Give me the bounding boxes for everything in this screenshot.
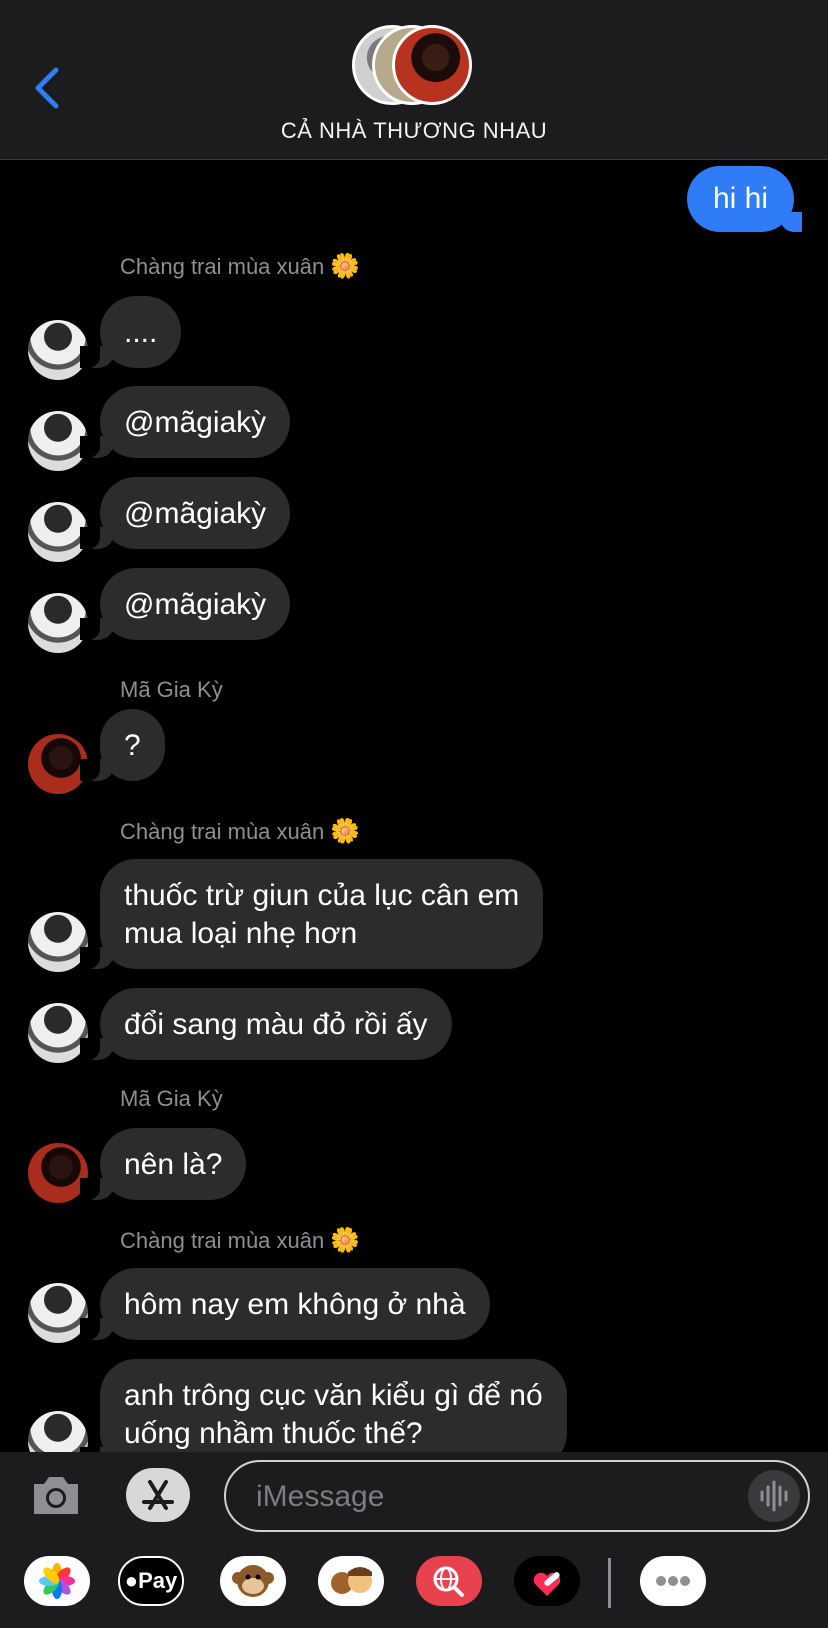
- avatar[interactable]: [28, 734, 88, 794]
- app-drawer: ●Pay: [0, 1540, 828, 1628]
- sender-label: Chàng trai mùa xuân: [120, 254, 325, 279]
- heart-touch-icon: [533, 1572, 561, 1596]
- apple-pay-button[interactable]: ●Pay: [118, 1556, 184, 1606]
- animoji-button[interactable]: [220, 1556, 286, 1606]
- outgoing-message[interactable]: hi hi: [686, 166, 803, 232]
- back-button[interactable]: [28, 60, 72, 116]
- incoming-message[interactable]: nên là?: [79, 1128, 247, 1200]
- avatar[interactable]: [28, 411, 88, 471]
- sender-name: Mã Gia Kỳ: [120, 677, 223, 703]
- image-search-button[interactable]: [416, 1556, 482, 1606]
- message-list[interactable]: hi hi Chàng trai mùa xuân 🌼 .... @mãgiakỳ…: [0, 160, 828, 1452]
- avatar[interactable]: [28, 912, 88, 972]
- sender-name: Chàng trai mùa xuân 🌼: [120, 252, 360, 281]
- incoming-message[interactable]: thuốc trừ giun của lục cân em mua loại n…: [79, 859, 544, 969]
- digital-touch-button[interactable]: [514, 1556, 580, 1606]
- flower-emoji: 🌼: [330, 818, 361, 845]
- sender-name: Mã Gia Kỳ: [120, 1086, 223, 1112]
- avatar[interactable]: [28, 1143, 88, 1203]
- group-avatar-3[interactable]: [392, 25, 472, 105]
- incoming-message[interactable]: @mãgiakỳ: [79, 568, 291, 640]
- compose-bar: iMessage: [0, 1452, 828, 1540]
- photos-app-button[interactable]: [24, 1556, 90, 1606]
- waveform-icon: [760, 1480, 788, 1512]
- incoming-message[interactable]: ?: [80, 709, 165, 781]
- camera-button[interactable]: [30, 1470, 82, 1518]
- memoji-icon: [331, 1567, 372, 1594]
- avatar[interactable]: [28, 1283, 88, 1343]
- audio-message-button[interactable]: [748, 1470, 800, 1522]
- avatar[interactable]: [28, 1411, 88, 1452]
- avatar[interactable]: [28, 593, 88, 653]
- avatar[interactable]: [28, 1003, 88, 1063]
- message-line: anh trông cục văn kiểu gì để nó: [124, 1379, 543, 1412]
- globe-search-icon: [433, 1566, 464, 1597]
- avatar[interactable]: [28, 320, 88, 380]
- sender-label: Chàng trai mùa xuân: [120, 1228, 325, 1253]
- camera-icon: [34, 1477, 78, 1514]
- apple-pay-label: Pay: [138, 1568, 178, 1593]
- flower-emoji: 🌼: [330, 1227, 361, 1254]
- sender-label: Chàng trai mùa xuân: [120, 819, 325, 844]
- incoming-message[interactable]: @mãgiakỳ: [79, 386, 291, 458]
- chevron-left-icon: [35, 67, 59, 109]
- memoji-button[interactable]: [318, 1556, 384, 1606]
- incoming-message[interactable]: anh trông cục văn kiểu gì để nó uống nhầ…: [80, 1359, 567, 1452]
- avatar[interactable]: [28, 502, 88, 562]
- message-input[interactable]: iMessage: [224, 1460, 810, 1532]
- app-store-button[interactable]: [126, 1468, 190, 1522]
- monkey-icon: [232, 1565, 274, 1597]
- app-store-icon: [142, 1480, 174, 1510]
- incoming-message[interactable]: đổi sang màu đỏ rồi ấy: [80, 988, 452, 1060]
- message-placeholder: iMessage: [256, 1480, 385, 1513]
- sender-name: Chàng trai mùa xuân 🌼: [120, 817, 360, 846]
- incoming-message[interactable]: hôm nay em không ở nhà: [80, 1268, 490, 1340]
- message-line: uống nhầm thuốc thế?: [124, 1417, 423, 1450]
- incoming-message[interactable]: ....: [79, 296, 182, 368]
- drawer-divider: [608, 1558, 611, 1608]
- more-apps-button[interactable]: [640, 1556, 706, 1606]
- conversation-header: CẢ NHÀ THƯƠNG NHAU: [0, 0, 828, 160]
- group-name[interactable]: CẢ NHÀ THƯƠNG NHAU: [0, 118, 828, 144]
- more-icon: [656, 1576, 690, 1586]
- sender-label: Mã Gia Kỳ: [120, 677, 223, 702]
- message-line: mua loại nhẹ hơn: [124, 917, 358, 950]
- apple-logo-icon: ●: [124, 1568, 139, 1593]
- message-line: thuốc trừ giun của lục cân em: [124, 879, 520, 912]
- sender-label: Mã Gia Kỳ: [120, 1086, 223, 1111]
- photos-icon: [39, 1563, 75, 1599]
- sender-name: Chàng trai mùa xuân 🌼: [120, 1226, 360, 1255]
- incoming-message[interactable]: @mãgiakỳ: [79, 477, 291, 549]
- flower-emoji: 🌼: [330, 253, 361, 280]
